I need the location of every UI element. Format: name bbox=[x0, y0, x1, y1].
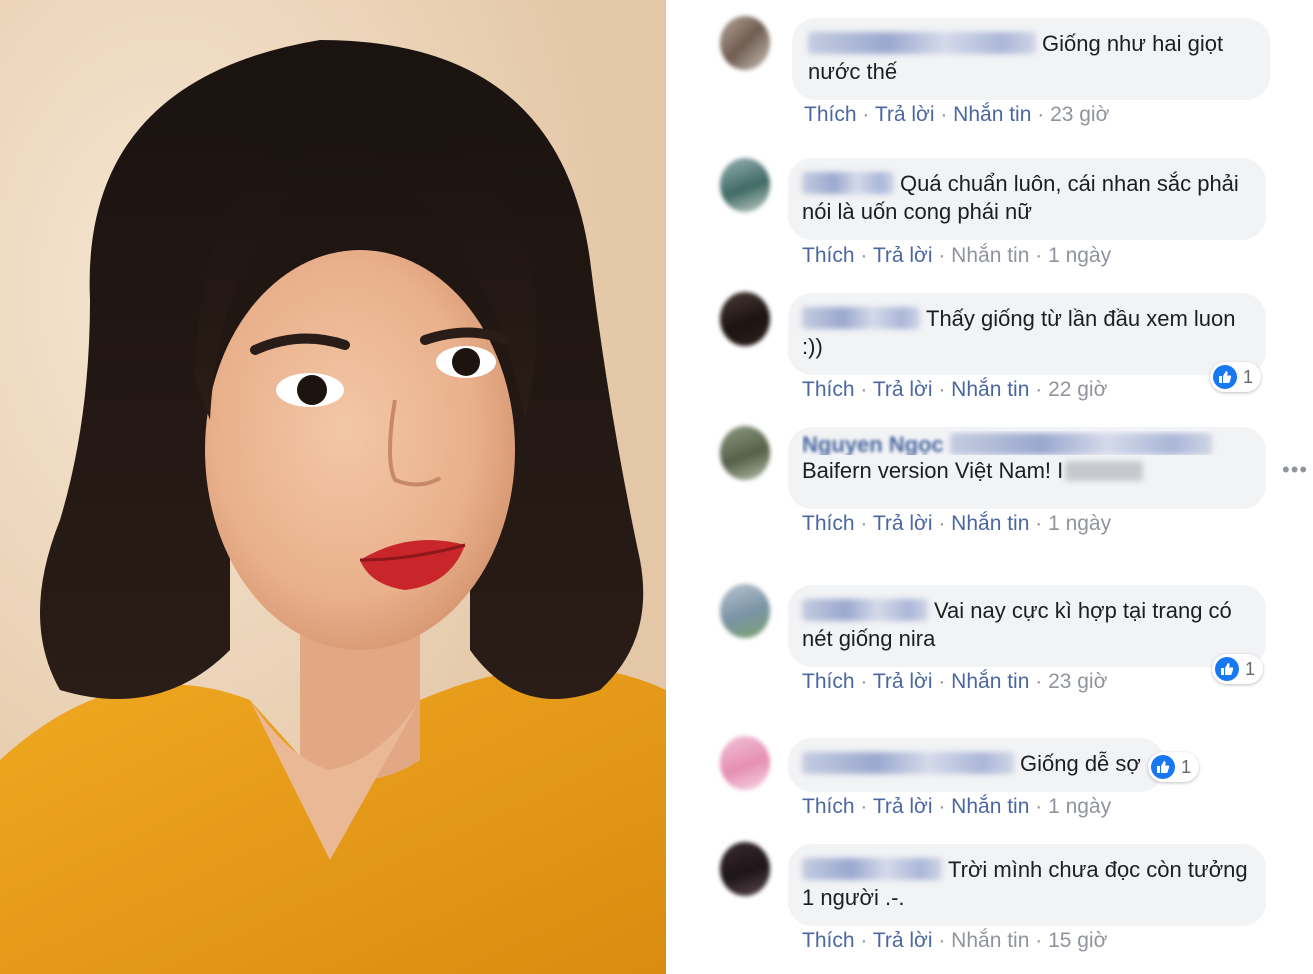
comment-bubble: Vai nay cực kì hợp tại trang có nét giốn… bbox=[788, 585, 1266, 667]
message-link[interactable]: Nhắn tin bbox=[951, 512, 1029, 535]
comment-actions: Thích · Trả lời · Nhắn tin · 1 ngày bbox=[802, 244, 1112, 267]
timestamp[interactable]: 1 ngày bbox=[1048, 512, 1111, 535]
comment-actions: Thích · Trả lời · Nhắn tin · 1 ngày bbox=[802, 795, 1112, 818]
like-link[interactable]: Thích bbox=[802, 378, 855, 401]
message-link[interactable]: Nhắn tin bbox=[951, 378, 1029, 401]
like-link[interactable]: Thích bbox=[802, 929, 855, 952]
like-link[interactable]: Thích bbox=[802, 512, 855, 535]
avatar[interactable] bbox=[720, 292, 770, 346]
timestamp[interactable]: 23 giờ bbox=[1048, 670, 1107, 693]
comment-text: Giống dễ sợ bbox=[1020, 751, 1141, 776]
author-name[interactable] bbox=[802, 172, 894, 194]
comment-actions: Thích · Trả lời · Nhắn tin · 15 giờ bbox=[802, 929, 1108, 952]
avatar[interactable] bbox=[720, 426, 770, 480]
reaction-count[interactable]: 1 bbox=[1210, 362, 1262, 392]
message-link[interactable]: Nhắn tin bbox=[951, 929, 1029, 952]
reaction-number: 1 bbox=[1245, 658, 1256, 679]
comment-bubble: Nguyen Ngọc Baifern version Việt Nam! I bbox=[788, 427, 1266, 509]
message-link[interactable]: Nhắn tin bbox=[951, 670, 1029, 693]
redacted-text bbox=[1065, 461, 1144, 481]
comment-actions: Thích · Trả lời · Nhắn tin · 23 giờ bbox=[802, 670, 1108, 693]
author-name-blur bbox=[949, 433, 1212, 455]
avatar[interactable] bbox=[720, 158, 770, 212]
comment-actions: Thích · Trả lời · Nhắn tin · 22 giờ bbox=[802, 378, 1108, 401]
avatar[interactable] bbox=[720, 736, 770, 790]
message-link[interactable]: Nhắn tin bbox=[951, 244, 1029, 267]
comment-thread: Giống như hai giọt nước thế Thích · Trả … bbox=[666, 0, 1313, 974]
comment-bubble: Thấy giống từ lần đầu xem luon :)) bbox=[788, 293, 1266, 375]
comment-bubble: Quá chuẩn luôn, cái nhan sắc phải nói là… bbox=[788, 158, 1266, 240]
reaction-count[interactable]: 1 bbox=[1148, 752, 1200, 782]
message-link[interactable]: Nhắn tin bbox=[953, 103, 1031, 126]
timestamp[interactable]: 1 ngày bbox=[1048, 795, 1111, 818]
like-link[interactable]: Thích bbox=[802, 244, 855, 267]
thumbs-up-icon bbox=[1215, 657, 1239, 681]
portrait-photo bbox=[0, 0, 666, 974]
author-name[interactable] bbox=[808, 32, 1036, 54]
reply-link[interactable]: Trả lời bbox=[873, 670, 933, 693]
reply-link[interactable]: Trả lời bbox=[873, 378, 933, 401]
portrait-illustration bbox=[0, 0, 666, 974]
comment-text: Baifern version Việt Nam! I bbox=[802, 458, 1064, 483]
author-name[interactable] bbox=[802, 858, 942, 880]
reply-link[interactable]: Trả lời bbox=[873, 795, 933, 818]
avatar[interactable] bbox=[720, 16, 770, 70]
comment-actions: Thích · Trả lời · Nhắn tin · 1 ngày bbox=[802, 512, 1112, 535]
comment-bubble: Giống như hai giọt nước thế bbox=[792, 18, 1270, 100]
author-name[interactable] bbox=[802, 599, 928, 621]
like-link[interactable]: Thích bbox=[804, 103, 857, 126]
reply-link[interactable]: Trả lời bbox=[873, 244, 933, 267]
comment-bubble: Giống dễ sợ bbox=[788, 738, 1164, 792]
thumbs-up-icon bbox=[1213, 365, 1237, 389]
reaction-count[interactable]: 1 bbox=[1212, 654, 1264, 684]
like-link[interactable]: Thích bbox=[802, 795, 855, 818]
more-options-icon[interactable]: ••• bbox=[1282, 457, 1308, 483]
author-name[interactable] bbox=[802, 752, 1014, 774]
avatar[interactable] bbox=[720, 584, 770, 638]
timestamp[interactable]: 22 giờ bbox=[1048, 378, 1107, 401]
timestamp[interactable]: 23 giờ bbox=[1050, 103, 1109, 126]
reaction-number: 1 bbox=[1243, 366, 1254, 387]
author-name[interactable] bbox=[802, 307, 920, 329]
timestamp[interactable]: 15 giờ bbox=[1048, 929, 1107, 952]
reaction-number: 1 bbox=[1181, 756, 1192, 777]
thumbs-up-icon bbox=[1151, 755, 1175, 779]
timestamp[interactable]: 1 ngày bbox=[1048, 244, 1111, 267]
like-link[interactable]: Thích bbox=[802, 670, 855, 693]
reply-link[interactable]: Trả lời bbox=[873, 929, 933, 952]
comment-actions: Thích · Trả lời · Nhắn tin · 23 giờ bbox=[804, 103, 1110, 126]
reply-link[interactable]: Trả lời bbox=[873, 512, 933, 535]
author-name[interactable]: Nguyen Ngọc bbox=[802, 432, 944, 455]
comment-bubble: Trời mình chưa đọc còn tưởng 1 người .-. bbox=[788, 844, 1266, 926]
avatar[interactable] bbox=[720, 842, 770, 896]
reply-link[interactable]: Trả lời bbox=[875, 103, 935, 126]
message-link[interactable]: Nhắn tin bbox=[951, 795, 1029, 818]
